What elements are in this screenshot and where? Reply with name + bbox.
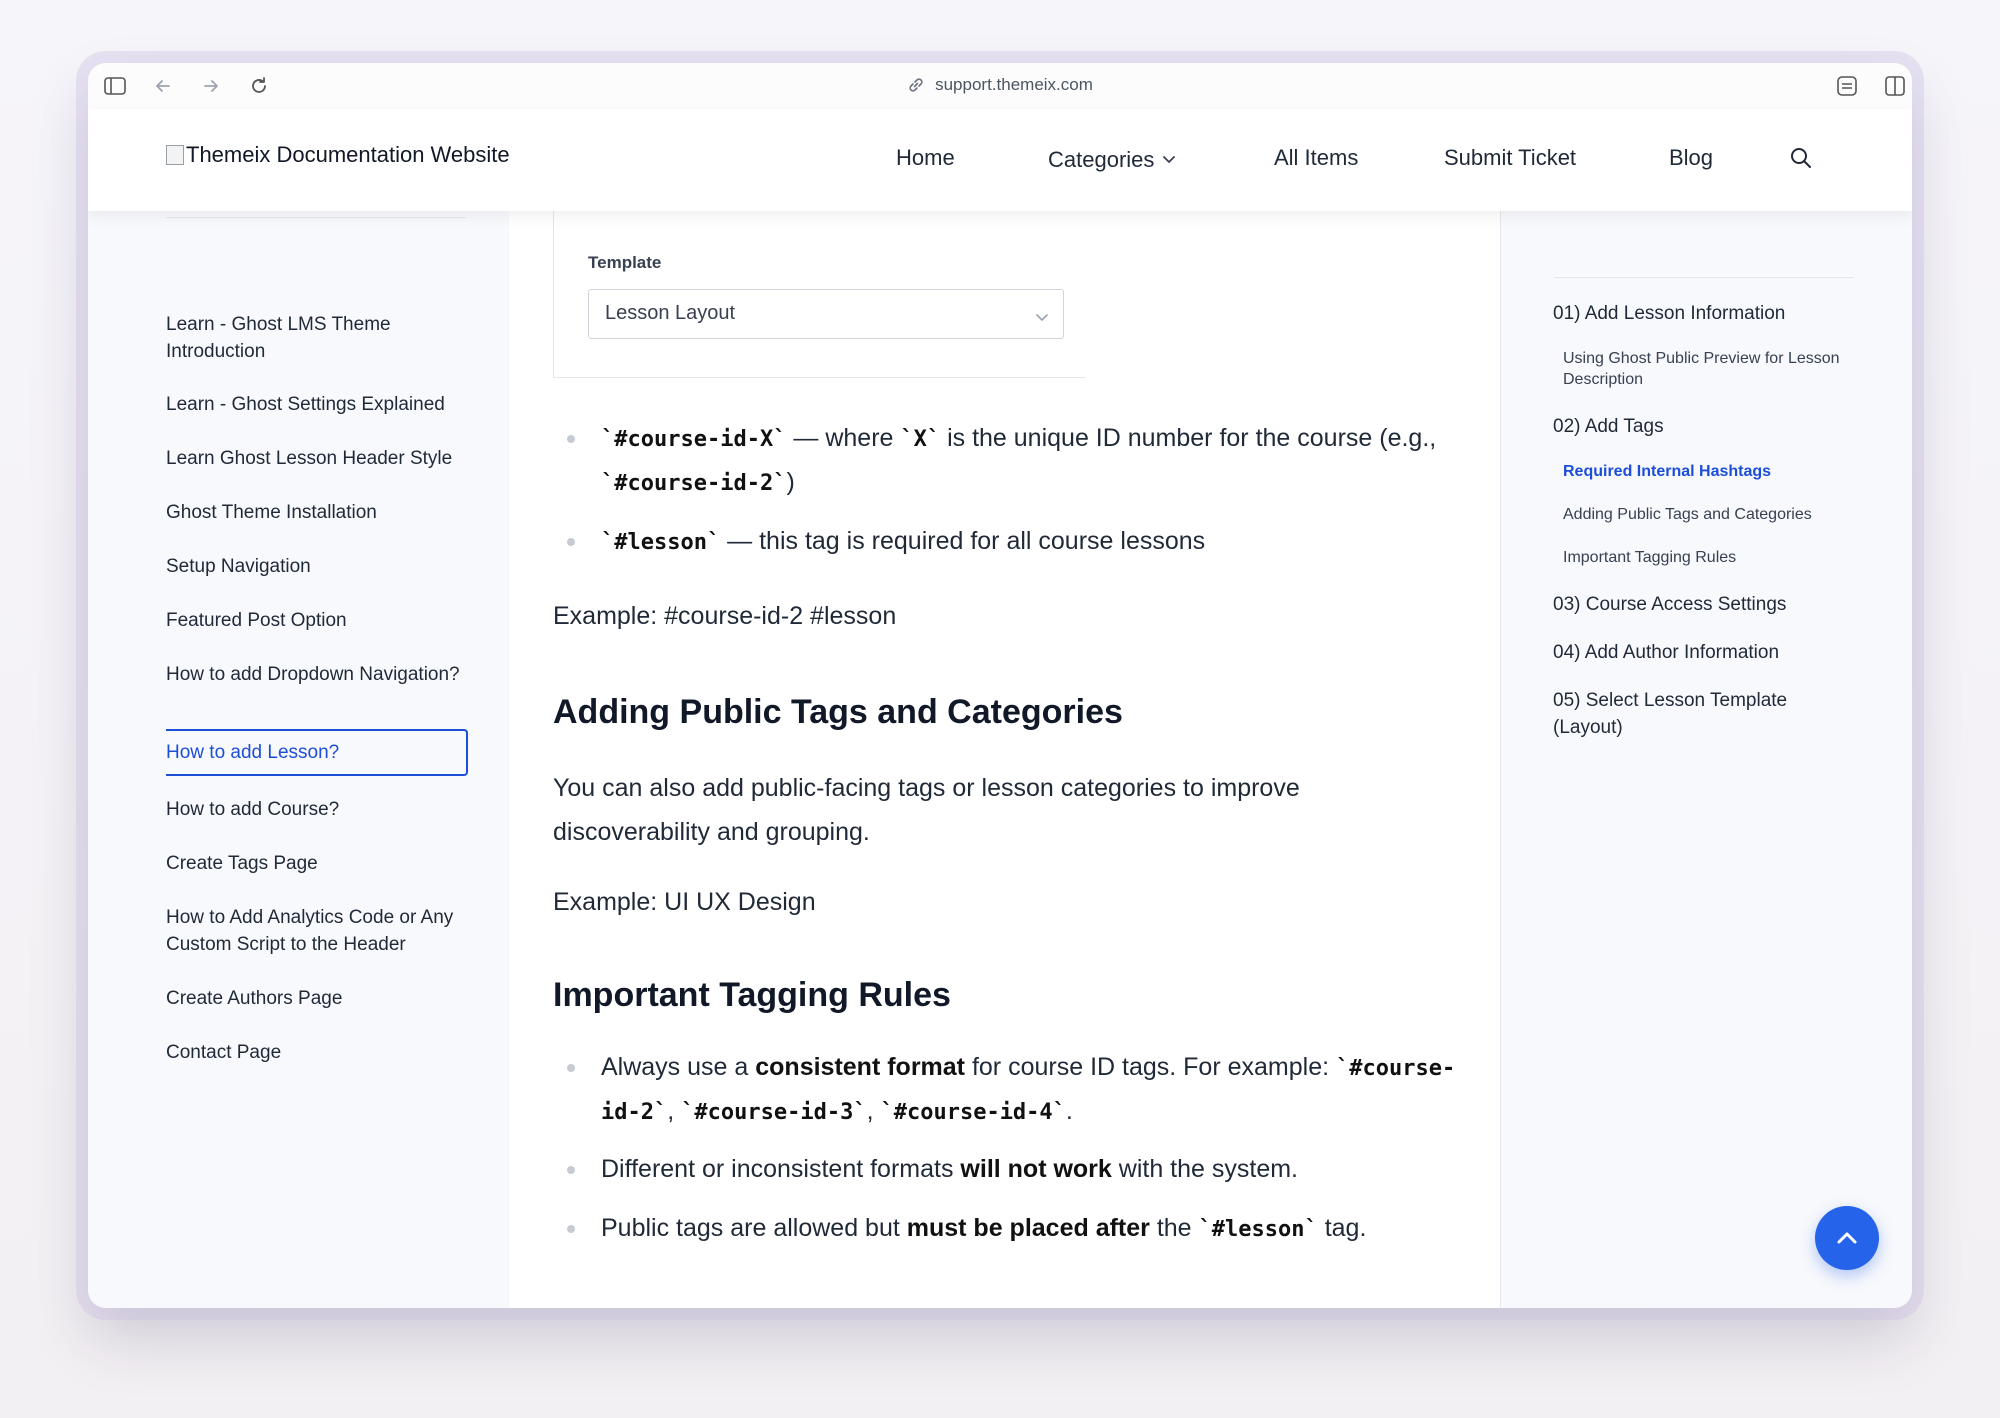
template-select-value: Lesson Layout	[605, 302, 736, 324]
broken-image-icon	[166, 145, 184, 165]
inline-code: `#course-id-4`	[880, 1100, 1066, 1125]
inline-code: `#course-id-3`	[681, 1100, 867, 1125]
sidebar-item[interactable]: Contact Page	[166, 1039, 466, 1066]
list-item: Public tags are allowed but must be plac…	[567, 1207, 1461, 1251]
example-text: Example: #course-id-2 #lesson	[553, 602, 897, 630]
split-view-icon[interactable]	[1882, 73, 1908, 99]
nav-home[interactable]: Home	[896, 145, 955, 171]
sidebar-item[interactable]: Create Authors Page	[166, 985, 466, 1012]
sidebar-item[interactable]: How to add Course?	[166, 796, 466, 823]
list-item: `#lesson` — this tag is required for all…	[567, 520, 1461, 564]
template-screenshot: Template Lesson Layout	[553, 211, 1086, 378]
inline-code: `#lesson`	[601, 530, 721, 555]
toc-divider	[1554, 277, 1854, 278]
nav-categories-label: Categories	[1048, 147, 1155, 172]
inline-code: `#lesson`	[1198, 1217, 1318, 1242]
text: the	[1149, 1214, 1199, 1242]
content-area: Learn - Ghost LMS Theme Introduction Lea…	[88, 211, 1912, 1308]
sidebar-item[interactable]: Learn Ghost Lesson Header Style	[166, 445, 466, 472]
text: with the system.	[1111, 1155, 1298, 1183]
text: .	[1065, 1097, 1073, 1125]
text: — where	[786, 424, 901, 452]
text: tag.	[1317, 1214, 1367, 1242]
sidebar-item-active[interactable]: How to add Lesson?	[166, 729, 468, 776]
text: ,	[667, 1097, 682, 1125]
section-heading: Adding Public Tags and Categories	[553, 693, 1123, 731]
template-label: Template	[588, 253, 662, 272]
address-bar[interactable]: support.themeix.com	[88, 75, 1912, 99]
site-header: Themeix Documentation Website Home Categ…	[88, 109, 1912, 211]
nav-categories[interactable]: Categories	[1048, 145, 1176, 173]
browser-window: support.themeix.com Themeix Documentatio…	[88, 63, 1912, 1308]
sidebar-item[interactable]: Learn - Ghost Settings Explained	[166, 391, 466, 418]
paragraph: You can also add public-facing tags or l…	[553, 774, 1300, 846]
text: Public tags are allowed but	[601, 1214, 907, 1242]
example-text: Example: UI UX Design	[553, 888, 816, 916]
bold-text: consistent format	[755, 1053, 966, 1081]
link-icon	[907, 76, 925, 99]
article-content: Template Lesson Layout `#course-id-X` — …	[509, 211, 1500, 1308]
list-item: Different or inconsistent formats will n…	[567, 1148, 1461, 1191]
search-icon[interactable]	[1788, 145, 1814, 171]
toc-item[interactable]: 01) Add Lesson Information	[1553, 300, 1853, 327]
bold-text: will not work	[960, 1155, 1112, 1183]
toc-subitem-active[interactable]: Required Internal Hashtags	[1563, 461, 1863, 482]
toc-item[interactable]: 05) Select Lesson Template (Layout)	[1553, 687, 1853, 741]
extension-icon[interactable]	[1834, 73, 1860, 99]
text: is the unique ID number for the course (…	[940, 424, 1437, 452]
template-select[interactable]: Lesson Layout	[588, 289, 1064, 339]
site-logo[interactable]: Themeix Documentation Website	[166, 142, 510, 168]
sidebar-item[interactable]: Ghost Theme Installation	[166, 499, 466, 526]
toc-item[interactable]: 04) Add Author Information	[1553, 639, 1853, 666]
inline-code: `#course-id-X`	[601, 427, 787, 452]
sidebar-item[interactable]: Create Tags Page	[166, 850, 466, 877]
toc-subitem[interactable]: Adding Public Tags and Categories	[1563, 504, 1863, 525]
chevron-up-icon	[1837, 1232, 1857, 1244]
chevron-down-icon	[1035, 306, 1049, 329]
section-heading: Important Tagging Rules	[553, 976, 951, 1014]
toc-item[interactable]: 02) Add Tags	[1553, 413, 1853, 440]
inline-code: `#course-id-2`	[601, 471, 787, 496]
sidebar-item[interactable]: Learn - Ghost LMS Theme Introduction	[166, 311, 466, 365]
toc-subitem[interactable]: Important Tagging Rules	[1563, 547, 1863, 568]
text: )	[786, 468, 795, 496]
nav-submit-ticket[interactable]: Submit Ticket	[1444, 145, 1576, 171]
sidebar-item[interactable]: Featured Post Option	[166, 607, 466, 634]
toc-item[interactable]: 03) Course Access Settings	[1553, 591, 1853, 618]
chevron-down-icon	[1162, 145, 1176, 171]
sidebar-item[interactable]: How to Add Analytics Code or Any Custom …	[166, 904, 466, 958]
sidebar-item[interactable]: How to add Dropdown Navigation?	[166, 661, 466, 688]
list-item: `#course-id-X` — where `X` is the unique…	[567, 417, 1461, 505]
scroll-to-top-button[interactable]	[1815, 1206, 1879, 1270]
text: — this tag is required for all course le…	[720, 527, 1206, 555]
text: ,	[866, 1097, 881, 1125]
nav-blog[interactable]: Blog	[1669, 145, 1713, 171]
toc-subitem[interactable]: Using Ghost Public Preview for Lesson De…	[1563, 348, 1863, 390]
url-text: support.themeix.com	[935, 75, 1093, 94]
inline-code: `X`	[900, 427, 941, 452]
sidebar-item[interactable]: Setup Navigation	[166, 553, 466, 580]
bold-text: must be placed after	[906, 1214, 1150, 1242]
text: Different or inconsistent formats	[601, 1155, 961, 1183]
docs-sidebar: Learn - Ghost LMS Theme Introduction Lea…	[88, 211, 510, 1308]
browser-toolbar: support.themeix.com	[88, 63, 1912, 110]
nav-all-items[interactable]: All Items	[1274, 145, 1358, 171]
list-item: Always use a consistent format for cours…	[567, 1046, 1461, 1134]
logo-alt-text: Themeix Documentation Website	[186, 142, 510, 167]
text: Always use a	[601, 1053, 756, 1081]
text: for course ID tags. For example:	[965, 1053, 1336, 1081]
sidebar-divider	[166, 217, 466, 218]
